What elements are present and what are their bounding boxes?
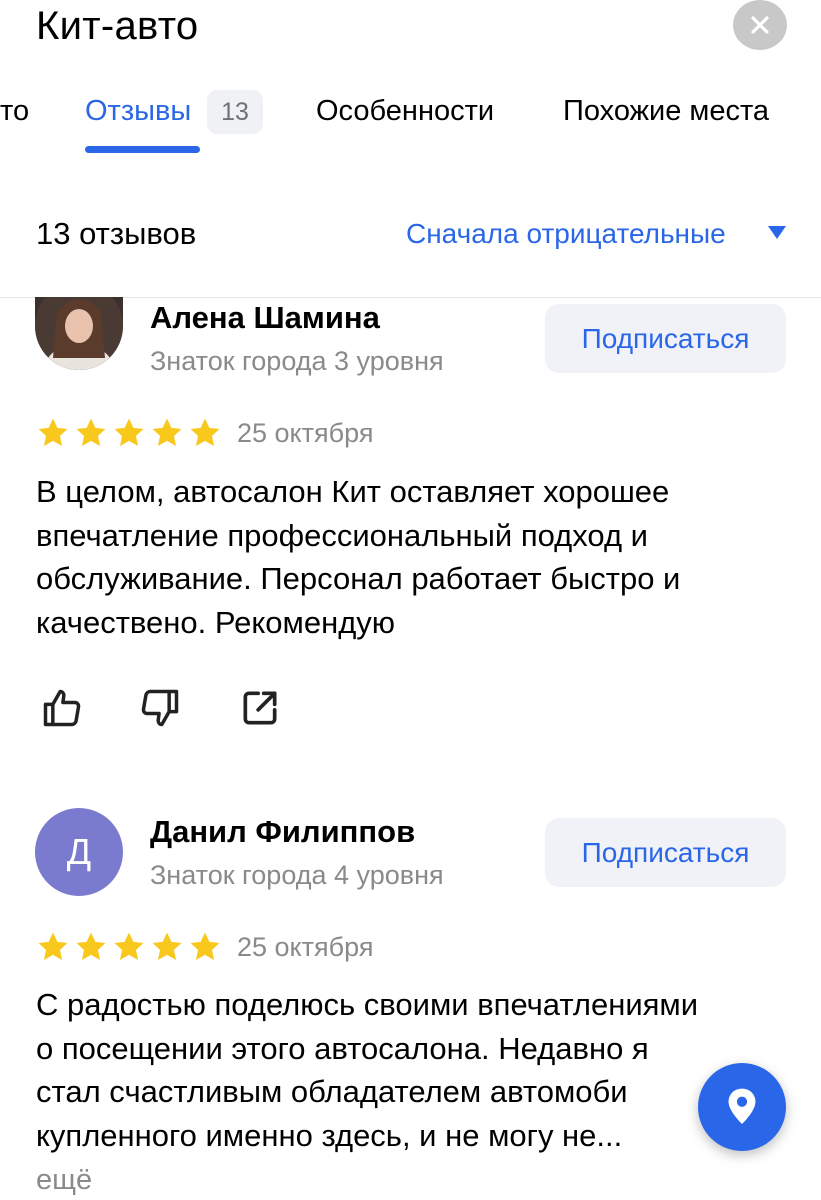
avatar[interactable]: Д xyxy=(35,808,123,896)
thumbs-down-icon xyxy=(141,689,179,727)
review-date: 25 октября xyxy=(237,418,374,448)
dislike-button[interactable] xyxy=(138,686,182,735)
tab-photos[interactable]: то xyxy=(0,92,29,130)
rating-stars xyxy=(36,930,222,964)
star-icon xyxy=(76,932,106,961)
reviewer-level: Знаток города 3 уровня xyxy=(150,346,444,376)
star-icon xyxy=(190,932,220,961)
thumbs-up-icon xyxy=(43,689,81,727)
star-icon xyxy=(38,418,68,447)
close-icon xyxy=(751,16,769,34)
chevron-down-icon[interactable] xyxy=(768,226,786,239)
star-icon xyxy=(190,418,220,447)
tab-reviews[interactable]: Отзывы xyxy=(85,92,191,130)
star-icon xyxy=(38,932,68,961)
tab-similar-places[interactable]: Похожие места xyxy=(563,92,769,130)
review-date: 25 октября xyxy=(237,932,374,962)
subscribe-button[interactable]: Подписаться xyxy=(545,818,786,887)
page-title: Кит-авто xyxy=(36,4,199,48)
star-icon xyxy=(114,418,144,447)
close-button[interactable] xyxy=(733,0,787,50)
tab-reviews-count-badge: 13 xyxy=(207,90,263,134)
map-button[interactable] xyxy=(698,1063,786,1151)
share-button[interactable] xyxy=(238,686,282,735)
reviewer-level: Знаток города 4 уровня xyxy=(150,860,444,890)
review-text-line: С радостью поделюсь своими впечатлениями xyxy=(36,987,699,1022)
star-icon xyxy=(114,932,144,961)
review-text-line: о посещении этого автосалона. Недавно я xyxy=(36,1030,649,1066)
review-text: С радостью поделюсь своими впечатлениями… xyxy=(36,983,796,1157)
review-text: В целом, автосалон Кит оставляет хорошее… xyxy=(36,474,681,640)
active-tab-indicator xyxy=(85,146,200,153)
reviews-count-title: 13 отзывов xyxy=(36,216,197,251)
star-icon xyxy=(76,418,106,447)
review-text-line: стал счастливым обладателем автомоби xyxy=(36,1074,628,1109)
read-more-link[interactable]: ещё xyxy=(36,1160,92,1200)
reviewer-name[interactable]: Данил Филиппов xyxy=(150,812,415,852)
star-icon xyxy=(152,418,182,447)
reviewer-name[interactable]: Алена Шамина xyxy=(150,298,380,338)
subscribe-button[interactable]: Подписаться xyxy=(545,304,786,373)
review-text-line: купленного именно здесь, и не могу не... xyxy=(36,1117,623,1153)
map-pin-icon xyxy=(728,1088,756,1124)
avatar[interactable] xyxy=(35,297,123,370)
star-icon xyxy=(152,932,182,961)
share-icon xyxy=(243,691,277,725)
sort-dropdown[interactable]: Сначала отрицательные xyxy=(406,214,726,254)
rating-stars xyxy=(36,416,222,450)
divider xyxy=(0,297,821,298)
like-button[interactable] xyxy=(40,686,84,735)
tab-features[interactable]: Особенности xyxy=(316,92,494,130)
